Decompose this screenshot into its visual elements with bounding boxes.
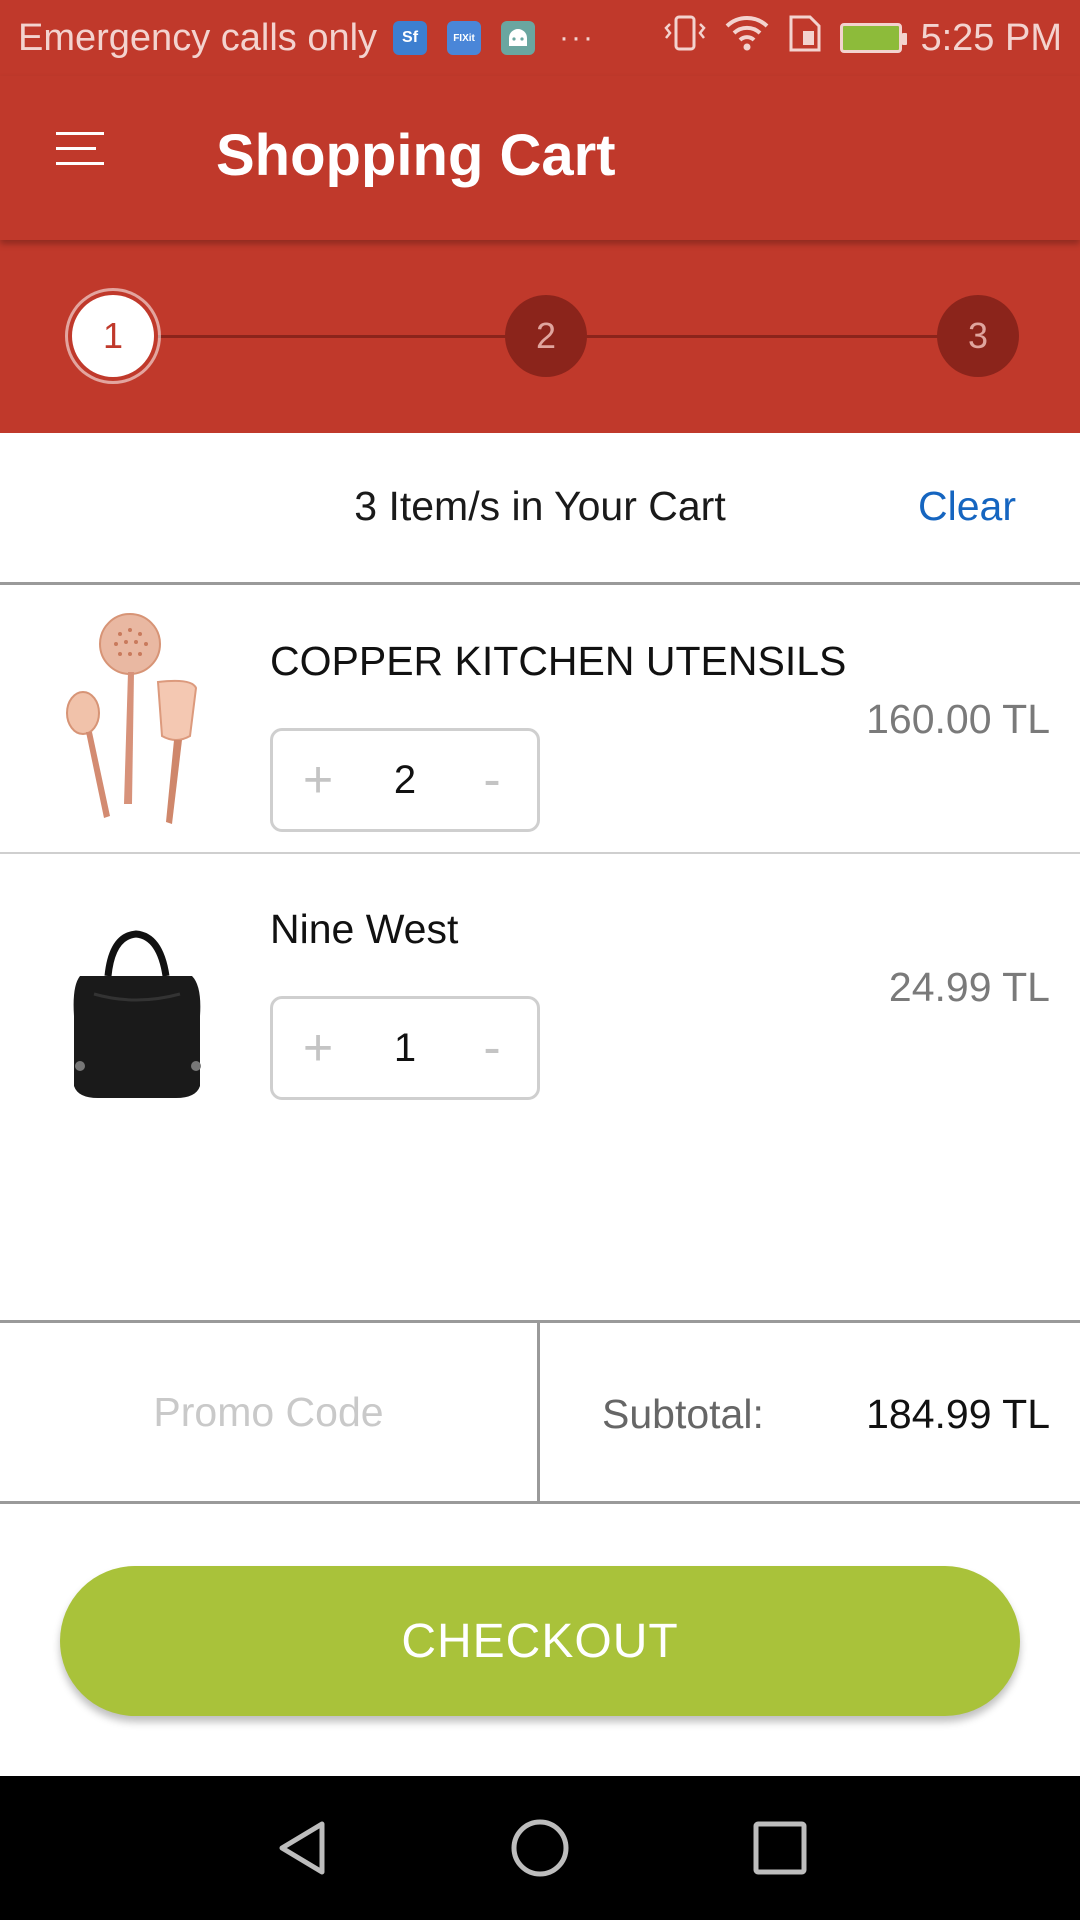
promo-code-input[interactable]: Promo Code [0, 1323, 540, 1501]
quantity-value: 2 [393, 757, 417, 802]
checkout-button[interactable]: CHECKOUT [60, 1566, 1020, 1716]
increase-quantity-button[interactable]: + [273, 750, 363, 810]
quantity-stepper: + 1 - [270, 996, 540, 1100]
battery-charging-icon [840, 23, 908, 53]
sim-icon [788, 13, 822, 63]
clear-cart-button[interactable]: Clear [918, 483, 1016, 530]
cart-header: 3 Item/s in Your Cart Clear [0, 433, 1080, 585]
page-title: Shopping Cart [216, 123, 616, 188]
app-bar: Shopping Cart [0, 76, 1080, 240]
home-icon[interactable] [508, 1816, 572, 1880]
step-1[interactable]: 1 [72, 295, 154, 377]
item-name: COPPER KITCHEN UTENSILS [270, 638, 847, 684]
android-debug-icon [501, 21, 536, 55]
step-2[interactable]: 2 [505, 295, 587, 377]
back-icon[interactable] [270, 1816, 334, 1880]
step-3[interactable]: 3 [937, 295, 1019, 377]
checkout-stepper: 1 2 3 [0, 240, 1080, 433]
decrease-quantity-button[interactable]: - [447, 750, 537, 810]
sf-app-icon: Sf [393, 21, 428, 55]
step-connector [154, 335, 508, 338]
fixit-app-icon: FIXit [447, 21, 482, 55]
copper-utensils-image[interactable] [58, 608, 218, 838]
item-price: 24.99 TL [888, 964, 1050, 1010]
carrier-label: Emergency calls only [18, 16, 378, 59]
decrease-quantity-button[interactable]: - [447, 1018, 537, 1078]
quantity-value: 1 [393, 1025, 417, 1070]
status-bar: Emergency calls only Sf FIXit ··· 5:25 P… [0, 0, 1080, 76]
recents-icon[interactable] [748, 1816, 812, 1880]
vibrate-icon [664, 14, 707, 62]
cart-item: Nine West + 1 - 24.99 TL [0, 856, 1080, 1122]
item-price: 160.00 TL [866, 696, 1050, 742]
subtotal-label: Subtotal: [602, 1391, 764, 1437]
wifi-icon [724, 14, 770, 62]
cart-item: COPPER KITCHEN UTENSILS + 2 - 160.00 TL [0, 588, 1080, 854]
hamburger-menu-icon[interactable] [56, 132, 112, 176]
item-name: Nine West [270, 906, 459, 952]
subtotal-value: 184.99 TL [866, 1391, 1050, 1437]
quantity-stepper: + 2 - [270, 728, 540, 832]
order-summary: Promo Code Subtotal: 184.99 TL [0, 1320, 1080, 1504]
step-connector [586, 335, 940, 338]
clock: 5:25 PM [920, 16, 1062, 59]
increase-quantity-button[interactable]: + [273, 1018, 363, 1078]
black-handbag-image[interactable] [58, 876, 218, 1106]
more-icon: ··· [559, 21, 596, 54]
system-nav-bar [0, 1776, 1080, 1920]
